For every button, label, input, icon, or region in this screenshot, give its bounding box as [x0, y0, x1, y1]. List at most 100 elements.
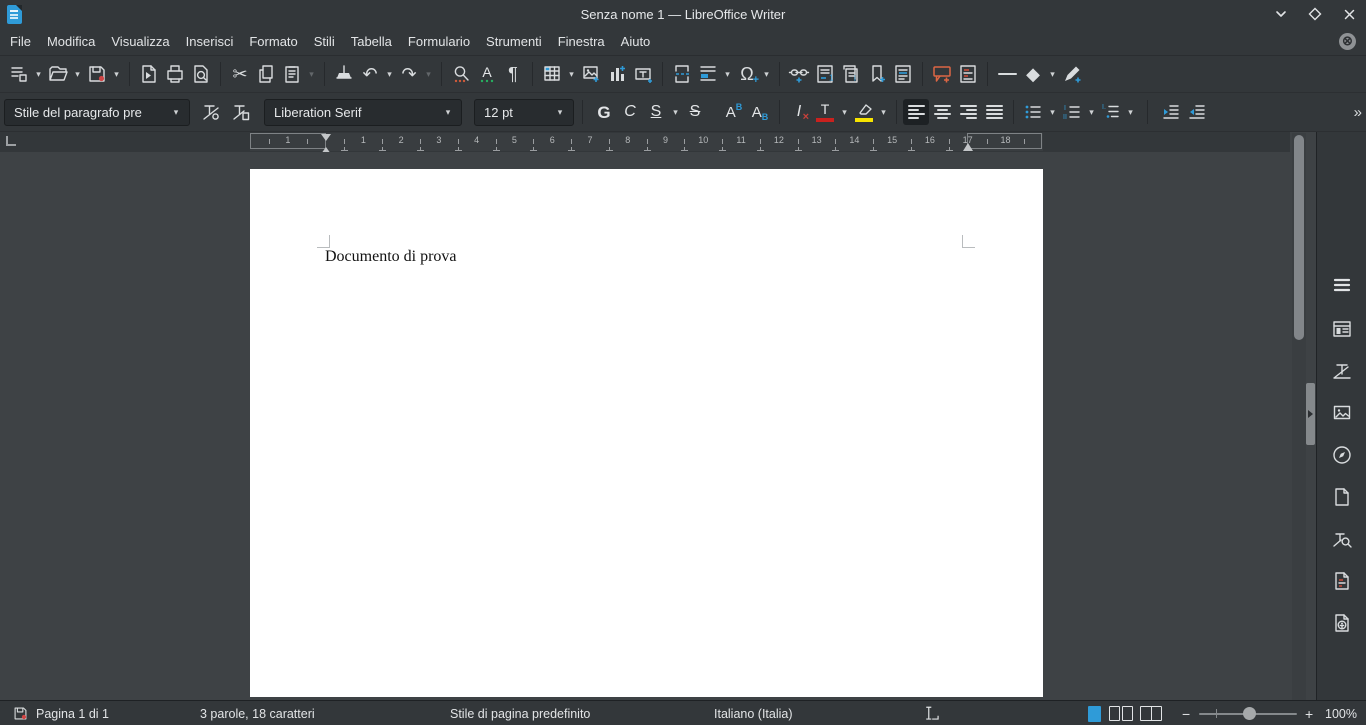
maximize-button[interactable]	[1306, 5, 1324, 23]
undo-dropdown[interactable]: ▾	[383, 61, 396, 87]
bullet-list-dropdown[interactable]: ▾	[1046, 99, 1059, 125]
sidebar-styles-button[interactable]	[1327, 356, 1357, 386]
sidebar-manage-changes-button[interactable]	[1327, 566, 1357, 596]
zoom-in-button[interactable]: +	[1305, 701, 1313, 725]
insert-hyperlink-button[interactable]	[786, 61, 812, 87]
menu-visualizza[interactable]: Visualizza	[103, 28, 177, 56]
find-replace-button[interactable]	[448, 61, 474, 87]
sidebar-page-button[interactable]	[1327, 482, 1357, 512]
new-style-button[interactable]	[228, 99, 254, 125]
decrease-indent-button[interactable]	[1184, 99, 1210, 125]
spelling-button[interactable]: A	[474, 61, 500, 87]
sidebar-navigator-button[interactable]	[1327, 440, 1357, 470]
cut-button[interactable]: ✂	[227, 61, 253, 87]
minimize-button[interactable]	[1272, 5, 1290, 23]
menu-modifica[interactable]: Modifica	[39, 28, 103, 56]
open-dropdown[interactable]: ▾	[71, 61, 84, 87]
strikethrough-button[interactable]: S	[682, 99, 708, 125]
menu-strumenti[interactable]: Strumenti	[478, 28, 550, 56]
copy-button[interactable]	[253, 61, 279, 87]
sidebar-properties-button[interactable]	[1327, 314, 1357, 344]
special-character-button[interactable]: Ω +	[734, 61, 760, 87]
left-indent-marker[interactable]	[320, 134, 331, 154]
selection-mode-status[interactable]	[922, 701, 944, 725]
ruler[interactable]: 1 1 2 3 4 5 6 7 8 9 10 11 12 13 14 15 16 17 18	[0, 132, 1290, 154]
insert-chart-button[interactable]	[604, 61, 630, 87]
basic-shapes-button[interactable]: ◆	[1020, 61, 1046, 87]
insert-table-dropdown[interactable]: ▾	[565, 61, 578, 87]
insert-field-button[interactable]	[695, 61, 721, 87]
language-status[interactable]: Italiano (Italia)	[714, 701, 793, 725]
save-button[interactable]	[84, 61, 110, 87]
menu-file[interactable]: File	[2, 28, 39, 56]
increase-indent-button[interactable]	[1158, 99, 1184, 125]
font-color-dropdown[interactable]: ▾	[838, 99, 851, 125]
insert-bookmark-button[interactable]	[864, 61, 890, 87]
page-break-button[interactable]	[669, 61, 695, 87]
menu-stili[interactable]: Stili	[306, 28, 343, 56]
single-page-view-button[interactable]	[1088, 701, 1101, 725]
basic-shapes-dropdown[interactable]: ▾	[1046, 61, 1059, 87]
redo-button[interactable]: ↷	[396, 61, 422, 87]
font-color-button[interactable]: T	[812, 99, 838, 125]
menu-formato[interactable]: Formato	[241, 28, 305, 56]
menu-aiuto[interactable]: Aiuto	[613, 28, 659, 56]
tab-stop-selector-icon[interactable]	[6, 136, 16, 146]
undo-button[interactable]: ↶	[357, 61, 383, 87]
outline-list-button[interactable]: I.	[1098, 99, 1124, 125]
special-character-dropdown[interactable]: ▾	[760, 61, 773, 87]
track-changes-button[interactable]	[955, 61, 981, 87]
insert-image-button[interactable]	[578, 61, 604, 87]
insert-endnote-button[interactable]: i	[838, 61, 864, 87]
word-count-status[interactable]: 3 parole, 18 caratteri	[200, 701, 315, 725]
book-view-button[interactable]	[1140, 701, 1162, 725]
font-size-dropdown[interactable]: ▾	[547, 100, 573, 125]
horizontal-line-button[interactable]	[994, 61, 1020, 87]
close-button[interactable]	[1340, 5, 1358, 23]
print-button[interactable]	[162, 61, 188, 87]
page-number-status[interactable]: Pagina 1 di 1	[36, 701, 109, 725]
font-name-combo[interactable]: Liberation Serif ▾	[264, 98, 462, 126]
sidebar-gallery-button[interactable]	[1327, 398, 1357, 428]
menu-finestra[interactable]: Finestra	[550, 28, 613, 56]
paste-button[interactable]	[279, 61, 305, 87]
new-document-dropdown[interactable]: ▾	[32, 61, 45, 87]
insert-field-dropdown[interactable]: ▾	[721, 61, 734, 87]
document-canvas[interactable]: Documento di prova	[0, 152, 1316, 700]
insert-footnote-button[interactable]: 1	[812, 61, 838, 87]
insert-table-button[interactable]	[539, 61, 565, 87]
numbered-list-button[interactable]: I II	[1059, 99, 1085, 125]
align-right-button[interactable]	[955, 99, 981, 125]
update-style-button[interactable]	[198, 99, 224, 125]
document-text[interactable]: Documento di prova	[325, 248, 457, 266]
bold-button[interactable]: G	[591, 99, 617, 125]
menu-formulario[interactable]: Formulario	[400, 28, 478, 56]
zoom-level-status[interactable]: 100%	[1325, 701, 1357, 725]
highlight-color-button[interactable]	[851, 99, 877, 125]
document-page[interactable]: Documento di prova	[250, 169, 1043, 697]
toolbar-overflow-button[interactable]: »	[1354, 93, 1362, 132]
font-name-dropdown[interactable]: ▾	[435, 100, 461, 125]
align-left-button[interactable]	[903, 99, 929, 125]
menu-inserisci[interactable]: Inserisci	[178, 28, 242, 56]
sidebar-settings-button[interactable]	[1327, 270, 1357, 300]
print-preview-button[interactable]	[188, 61, 214, 87]
sidebar-hide-grip[interactable]	[1306, 383, 1315, 445]
new-document-button[interactable]	[6, 61, 32, 87]
paste-dropdown[interactable]: ▾	[305, 61, 318, 87]
insert-textbox-button[interactable]	[630, 61, 656, 87]
ruler-strip[interactable]: 1 1 2 3 4 5 6 7 8 9 10 11 12 13 14 15 16 17 18	[250, 133, 1043, 154]
vertical-scrollbar-thumb[interactable]	[1294, 135, 1304, 340]
insert-cross-reference-button[interactable]	[890, 61, 916, 87]
formatting-marks-button[interactable]: ¶	[500, 61, 526, 87]
numbered-list-dropdown[interactable]: ▾	[1085, 99, 1098, 125]
paragraph-style-dropdown[interactable]: ▾	[163, 100, 189, 125]
sidebar-style-inspector-button[interactable]	[1327, 524, 1357, 554]
underline-button[interactable]: S	[643, 99, 669, 125]
zoom-out-button[interactable]: −	[1182, 701, 1190, 725]
sidebar-accessibility-check-button[interactable]	[1327, 608, 1357, 638]
close-document-button[interactable]: ⊗	[1339, 33, 1356, 50]
zoom-slider-handle[interactable]	[1243, 707, 1256, 720]
highlight-color-dropdown[interactable]: ▾	[877, 99, 890, 125]
export-pdf-button[interactable]	[136, 61, 162, 87]
